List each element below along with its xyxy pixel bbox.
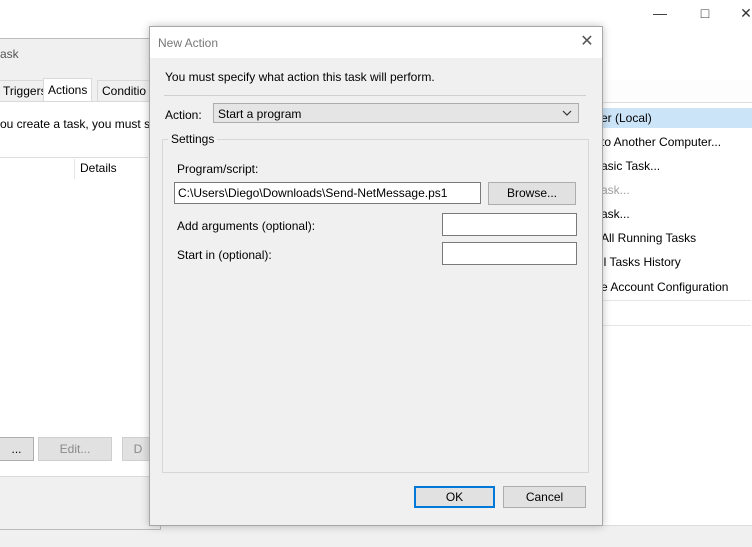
program-script-label: Program/script: <box>177 162 259 176</box>
dialog-instruction: You must specify what action this task w… <box>165 70 435 84</box>
action-item-import-task[interactable]: ask... <box>601 207 630 221</box>
start-in-input[interactable] <box>442 242 577 265</box>
actions-intro-text: ou create a task, you must sp <box>0 117 157 131</box>
chevron-down-icon <box>561 105 573 124</box>
action-item-connect-another-computer[interactable]: to Another Computer... <box>601 135 721 149</box>
action-label: Action: <box>165 108 202 122</box>
arguments-input[interactable] <box>442 213 577 236</box>
action-select-value: Start a program <box>218 107 302 121</box>
new-action-button[interactable]: ... <box>0 437 34 461</box>
close-window-icon[interactable]: ✕ <box>740 4 752 22</box>
action-select[interactable]: Start a program <box>213 103 579 123</box>
actions-tab-panel: ou create a task, you must sp Details <box>0 101 157 477</box>
ok-button[interactable]: OK <box>414 486 495 508</box>
cancel-button[interactable]: Cancel <box>503 486 586 508</box>
start-in-label: Start in (optional): <box>177 248 272 262</box>
action-item-create-basic-task[interactable]: asic Task... <box>601 159 660 173</box>
arguments-label: Add arguments (optional): <box>177 219 316 233</box>
create-task-window: ask Triggers Actions Conditio ou create … <box>0 38 161 530</box>
close-icon[interactable]: ✕ <box>578 33 596 51</box>
action-item-tasks-history[interactable]: ll Tasks History <box>601 255 681 269</box>
tab-actions[interactable]: Actions <box>43 78 93 103</box>
action-item-service-account-config[interactable]: e Account Configuration <box>601 280 728 294</box>
actions-pane-separator <box>601 325 751 326</box>
edit-action-button[interactable]: Edit... <box>38 437 112 461</box>
browse-button[interactable]: Browse... <box>488 182 576 205</box>
column-separator <box>74 159 75 179</box>
divider <box>164 95 586 96</box>
create-task-title: ask <box>0 47 19 61</box>
settings-label: Settings <box>168 132 218 146</box>
actions-list[interactable] <box>0 157 148 470</box>
action-item-display-running-tasks[interactable]: All Running Tasks <box>601 231 696 245</box>
tab-conditions[interactable]: Conditio <box>97 80 157 102</box>
program-script-input[interactable] <box>174 182 481 204</box>
dialog-titlebar: New Action ✕ <box>150 27 602 58</box>
action-item-scheduler-local[interactable]: er (Local) <box>601 111 652 125</box>
actions-pane-separator <box>601 300 751 301</box>
column-header-details[interactable]: Details <box>80 161 117 175</box>
new-action-dialog: New Action ✕ You must specify what actio… <box>149 26 603 526</box>
minimize-icon[interactable]: — <box>650 4 670 22</box>
maximize-icon[interactable]: □ <box>695 4 715 22</box>
dialog-title: New Action <box>158 36 219 50</box>
action-item-disabled-task: ask... <box>601 183 630 197</box>
